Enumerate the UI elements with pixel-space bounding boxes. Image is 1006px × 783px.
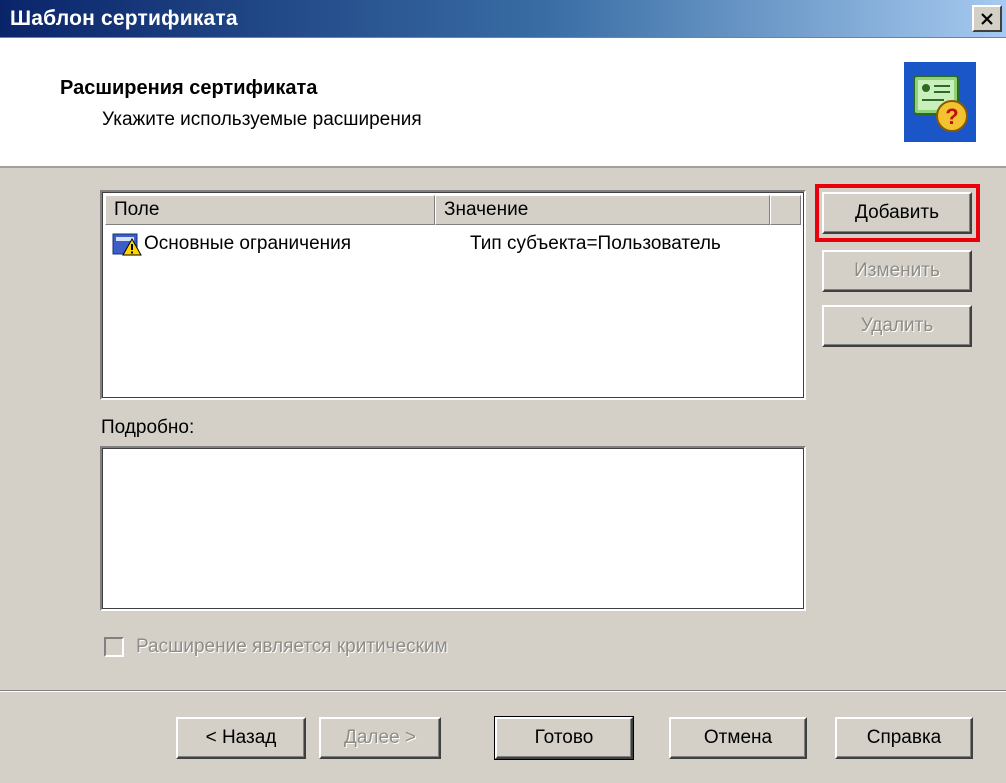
certificate-question-icon: ? bbox=[904, 62, 976, 142]
window-title: Шаблон сертификата bbox=[10, 7, 238, 30]
cancel-button[interactable]: Отмена bbox=[669, 717, 807, 759]
list-item[interactable]: Основные ограничения Тип субъекта=Пользо… bbox=[112, 230, 792, 258]
edit-button[interactable]: Изменить bbox=[822, 250, 972, 292]
critical-checkbox-label: Расширение является критическим bbox=[136, 636, 448, 657]
close-button[interactable] bbox=[972, 5, 1002, 32]
wizard-header: Расширения сертификата Укажите используе… bbox=[0, 38, 1006, 168]
list-header: Поле Значение bbox=[105, 195, 801, 225]
page-subtitle: Укажите используемые расширения bbox=[102, 109, 422, 130]
delete-button[interactable]: Удалить bbox=[822, 305, 972, 347]
critical-checkbox[interactable] bbox=[104, 637, 124, 657]
close-icon bbox=[981, 12, 993, 25]
add-button-highlight bbox=[815, 184, 980, 242]
finish-button[interactable]: Готово bbox=[494, 716, 634, 760]
page-title: Расширения сертификата bbox=[60, 77, 318, 99]
next-button[interactable]: Далее > bbox=[319, 717, 441, 759]
help-button[interactable]: Справка bbox=[835, 717, 973, 759]
title-bar: Шаблон сертификата bbox=[0, 0, 1006, 38]
critical-checkbox-row[interactable]: Расширение является критическим bbox=[104, 636, 448, 658]
separator bbox=[0, 690, 1006, 692]
back-button[interactable]: < Назад bbox=[176, 717, 306, 759]
cell-value: Тип субъекта=Пользователь bbox=[470, 233, 721, 254]
extensions-list[interactable]: Поле Значение Основные ограничения Тип с… bbox=[100, 190, 806, 400]
column-header-field[interactable]: Поле bbox=[105, 195, 435, 225]
column-header-empty bbox=[770, 195, 801, 225]
cell-field: Основные ограничения bbox=[144, 233, 352, 254]
certificate-warning-icon bbox=[112, 231, 142, 257]
details-textbox[interactable] bbox=[100, 446, 806, 611]
svg-text:?: ? bbox=[945, 104, 958, 129]
column-header-value[interactable]: Значение bbox=[435, 195, 770, 225]
details-label: Подробно: bbox=[101, 417, 195, 438]
